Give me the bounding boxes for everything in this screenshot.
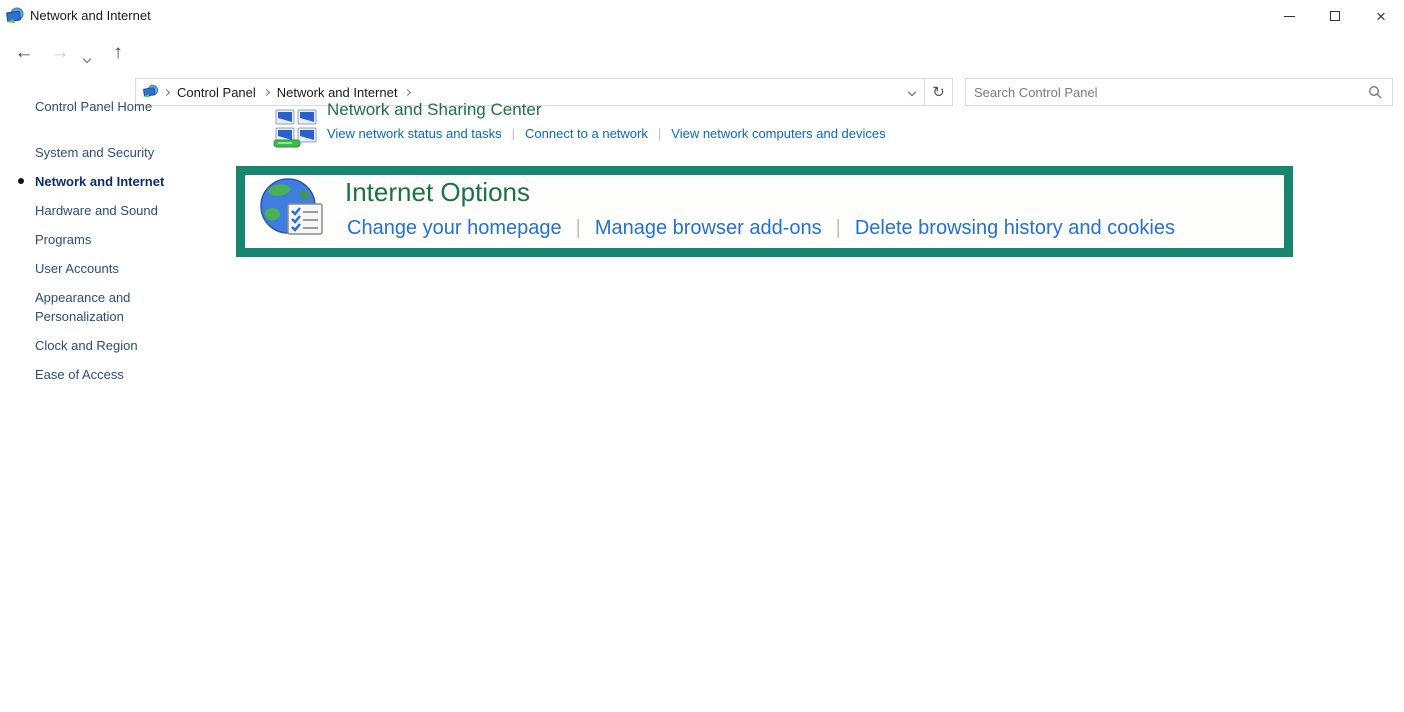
network-sharing-center-links: View network status and tasks | Connect to…: [327, 126, 886, 141]
active-bullet-icon: [18, 178, 24, 184]
link-connect-to-network[interactable]: Connect to a network: [525, 126, 648, 141]
sidebar-item-system-and-security[interactable]: System and Security: [35, 138, 215, 167]
link-delete-browsing-history[interactable]: Delete browsing history and cookies: [855, 217, 1175, 239]
breadcrumb-separator-icon: [163, 88, 170, 95]
maximize-button[interactable]: [1312, 0, 1358, 32]
sidebar-item-label: Network and Internet: [35, 174, 164, 189]
link-separator: |: [576, 217, 581, 239]
sidebar-item-ease-of-access[interactable]: Ease of Access: [35, 360, 215, 389]
close-button[interactable]: ×: [1358, 0, 1404, 32]
link-separator: |: [512, 126, 515, 141]
title-bar: Network and Internet ×: [0, 0, 1404, 32]
minimize-icon: [1284, 16, 1295, 17]
sidebar-item-appearance-and-personalization[interactable]: Appearance and Personalization: [35, 283, 215, 331]
link-view-network-computers[interactable]: View network computers and devices: [671, 126, 885, 141]
back-button[interactable]: ←: [10, 39, 38, 67]
breadcrumb-separator-icon[interactable]: [404, 88, 411, 95]
section-internet-options-highlighted: Internet Options Change your homepage | Ma…: [236, 166, 1293, 257]
sidebar-item-clock-and-region[interactable]: Clock and Region: [35, 331, 215, 360]
sidebar-item-user-accounts[interactable]: User Accounts: [35, 254, 215, 283]
chevron-down-icon: [83, 55, 91, 63]
up-button[interactable]: ↑: [104, 39, 132, 67]
control-panel-small-icon: [142, 84, 160, 100]
caption-buttons: ×: [1266, 0, 1404, 32]
sidebar-item-network-and-internet[interactable]: Network and Internet: [35, 167, 215, 196]
breadcrumb-control-panel[interactable]: Control Panel: [173, 85, 260, 100]
sidebar-control-panel-home[interactable]: Control Panel Home: [35, 99, 215, 114]
breadcrumb-separator-icon: [263, 88, 270, 95]
search-input[interactable]: [966, 85, 1368, 100]
forward-button: →: [46, 39, 74, 67]
internet-options-title[interactable]: Internet Options: [345, 177, 530, 208]
search-icon[interactable]: [1368, 85, 1382, 99]
section-network-and-sharing-center: Network and Sharing Center View network …: [272, 100, 886, 141]
link-change-homepage[interactable]: Change your homepage: [347, 217, 562, 239]
sidebar-item-hardware-and-sound[interactable]: Hardware and Sound: [35, 196, 215, 225]
search-box[interactable]: [965, 78, 1393, 106]
link-view-network-status[interactable]: View network status and tasks: [327, 126, 502, 141]
breadcrumb-network-and-internet[interactable]: Network and Internet: [273, 85, 402, 100]
maximize-icon: [1330, 11, 1340, 21]
chevron-down-icon: [908, 88, 916, 96]
link-separator: |: [836, 217, 841, 239]
address-dropdown-button[interactable]: [900, 79, 924, 105]
control-panel-icon: [5, 6, 25, 26]
recent-pages-dropdown[interactable]: [84, 49, 90, 67]
close-icon: ×: [1376, 8, 1386, 25]
link-manage-addons[interactable]: Manage browser add-ons: [595, 217, 822, 239]
minimize-button[interactable]: [1266, 0, 1312, 32]
navigation-bar: ← → ↑ Control Panel Network and Internet…: [0, 36, 1404, 74]
refresh-button[interactable]: ↻: [924, 79, 952, 105]
network-sharing-center-icon: [272, 102, 320, 150]
link-separator: |: [658, 126, 661, 141]
internet-options-links: Change your homepage | Manage browser add-…: [347, 217, 1175, 240]
sidebar: Control Panel Home System and Security N…: [35, 99, 215, 389]
sidebar-item-programs[interactable]: Programs: [35, 225, 215, 254]
window-title: Network and Internet: [30, 8, 151, 23]
network-sharing-center-title[interactable]: Network and Sharing Center: [327, 100, 886, 120]
internet-options-icon: [258, 176, 326, 244]
